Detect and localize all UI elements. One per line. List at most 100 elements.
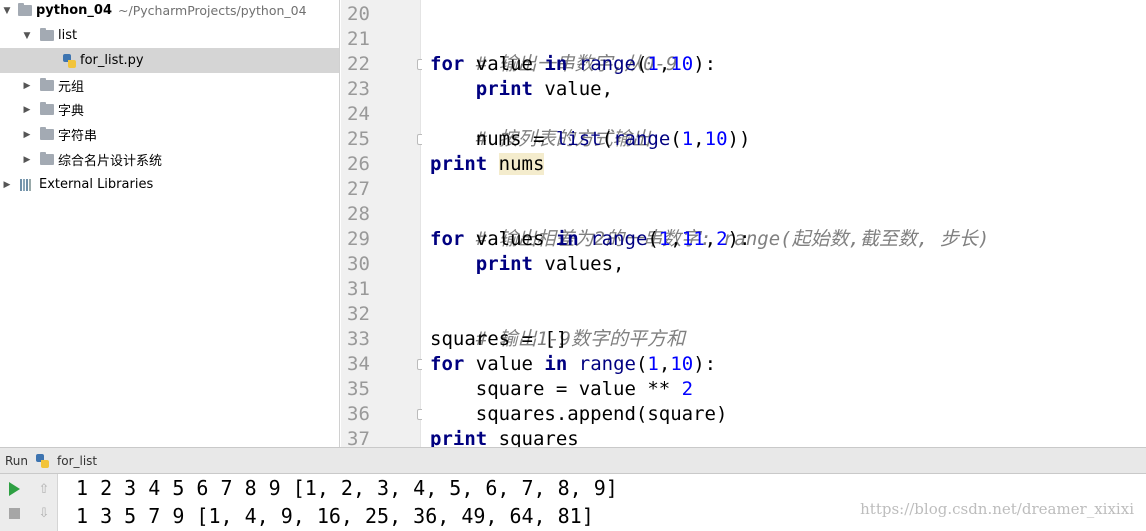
arrow-down-icon[interactable]: ⇩: [34, 503, 54, 523]
code-text: ,: [704, 228, 717, 250]
code-number: 1: [658, 228, 671, 250]
code-keyword: in: [544, 353, 568, 375]
code-text: nums =: [430, 128, 556, 150]
code-text: square = value **: [430, 378, 682, 400]
chevron-right-icon[interactable]: ▶: [22, 130, 32, 140]
python-file-icon: [36, 453, 50, 468]
code-text: ,: [693, 128, 705, 150]
tree-row-project-root[interactable]: ▼ python_04 ~/PycharmProjects/python_04: [0, 0, 339, 23]
chevron-right-icon[interactable]: ▶: [2, 180, 12, 190]
code-number: 1: [681, 128, 694, 150]
line-number: 36: [347, 403, 370, 425]
run-tab-label[interactable]: Run: [5, 454, 28, 468]
tree-item-label: External Libraries: [39, 177, 154, 192]
folder-icon: [40, 102, 54, 115]
project-name: python_04: [36, 3, 113, 18]
code-builtin: range: [578, 53, 636, 75]
line-number: 27: [347, 178, 370, 200]
play-icon[interactable]: [4, 479, 24, 499]
line-number: 32: [347, 303, 370, 325]
project-tree-panel: ▼ python_04 ~/PycharmProjects/python_04 …: [0, 0, 340, 447]
code-line-30: print values,: [430, 252, 625, 277]
code-keyword: print: [430, 428, 488, 447]
code-text: value: [464, 53, 545, 75]
code-text: (: [670, 128, 682, 150]
code-line-22: for value in range(1,10):: [430, 52, 716, 77]
tree-row-external-libraries[interactable]: ▶ External Libraries: [0, 172, 339, 197]
tree-row-dict[interactable]: ▶ 字典: [0, 97, 339, 122]
code-builtin: range: [613, 128, 671, 150]
chevron-right-icon[interactable]: ▶: [22, 81, 32, 91]
line-number: 23: [347, 78, 370, 100]
code-line-24: # 按列表的方式输出: [430, 102, 651, 150]
tree-item-label: for_list.py: [80, 53, 144, 68]
folder-icon: [40, 78, 54, 91]
line-number: 34: [347, 353, 370, 375]
code-text: squares = []: [430, 328, 568, 350]
code-keyword: for: [430, 353, 465, 375]
line-number: 22: [347, 53, 370, 75]
code-number: 10: [670, 53, 694, 75]
code-text: ,: [658, 53, 671, 75]
folder-icon: [40, 28, 54, 41]
line-number: 26: [347, 153, 370, 175]
chevron-right-icon[interactable]: ▶: [22, 155, 32, 165]
chevron-down-icon[interactable]: ▼: [22, 31, 32, 41]
code-text: ):: [693, 53, 717, 75]
tree-row-tuple[interactable]: ▶ 元组: [0, 73, 339, 98]
code-text: ,: [670, 228, 682, 250]
code-builtin: range: [578, 353, 636, 375]
code-number: 2: [681, 378, 694, 400]
line-number: 20: [347, 3, 370, 25]
tree-item-label: 字典: [58, 104, 85, 119]
code-keyword: for: [430, 228, 465, 250]
code-number: 1: [647, 53, 659, 75]
code-text: (: [635, 53, 648, 75]
code-text: value: [464, 353, 545, 375]
arrow-up-icon[interactable]: ⇧: [34, 479, 54, 499]
tree-item-label: 元组: [58, 80, 85, 95]
chevron-right-icon[interactable]: ▶: [22, 105, 32, 115]
editor-gutter: 20 21 22 23 24 25 26 27 28 29 30 31 32 3…: [341, 0, 428, 450]
tree-row-card-system[interactable]: ▶ 综合名片设计系统: [0, 147, 339, 172]
code-number: 2: [716, 228, 728, 250]
line-number: 35: [347, 378, 370, 400]
tree-row-list[interactable]: ▼ list: [0, 23, 339, 48]
code-line-35: square = value ** 2: [430, 377, 693, 402]
code-text: )): [727, 128, 751, 150]
line-number: 31: [347, 278, 370, 300]
tree-item-label: 字符串: [58, 129, 98, 144]
code-text: (: [635, 353, 648, 375]
run-config-name[interactable]: for_list: [57, 454, 97, 468]
tree-row-string[interactable]: ▶ 字符串: [0, 122, 339, 147]
line-number: 25: [347, 128, 370, 150]
code-builtin: range: [590, 228, 648, 250]
code-line-21: # 输出一串数字,从0-9: [430, 27, 678, 75]
tree-item-label: 综合名片设计系统: [58, 154, 163, 169]
tree-item-label: list: [58, 28, 78, 43]
code-editor[interactable]: # 输出一串数字,从0-9 for value in range(1,10): …: [422, 0, 1146, 447]
tree-row-for-list-py[interactable]: for_list.py: [0, 48, 339, 73]
python-file-icon: [63, 53, 76, 68]
code-text: values,: [532, 253, 625, 275]
code-text: squares.append(square): [430, 403, 728, 425]
code-line-32: # 输出1-9数字的平方和: [430, 302, 685, 350]
code-keyword: for: [430, 53, 465, 75]
folder-icon: [40, 127, 54, 140]
code-text: (: [601, 128, 614, 150]
code-number: 10: [704, 128, 728, 150]
code-line-25: nums = list(range(1,10)): [430, 127, 751, 152]
chevron-down-icon[interactable]: ▼: [2, 6, 12, 16]
run-toolbar: ⇧ ⇩: [0, 474, 58, 531]
code-keyword: print: [430, 153, 488, 175]
line-number: 21: [347, 28, 370, 50]
stop-icon[interactable]: [4, 503, 24, 523]
folder-icon: [18, 3, 32, 16]
code-text: value,: [532, 78, 614, 100]
console-line: 1 3 5 7 9 [1, 4, 9, 16, 25, 36, 49, 64, …: [76, 504, 594, 528]
line-number: 33: [347, 328, 370, 350]
line-number: 28: [347, 203, 370, 225]
code-line-23: print value,: [430, 77, 613, 102]
